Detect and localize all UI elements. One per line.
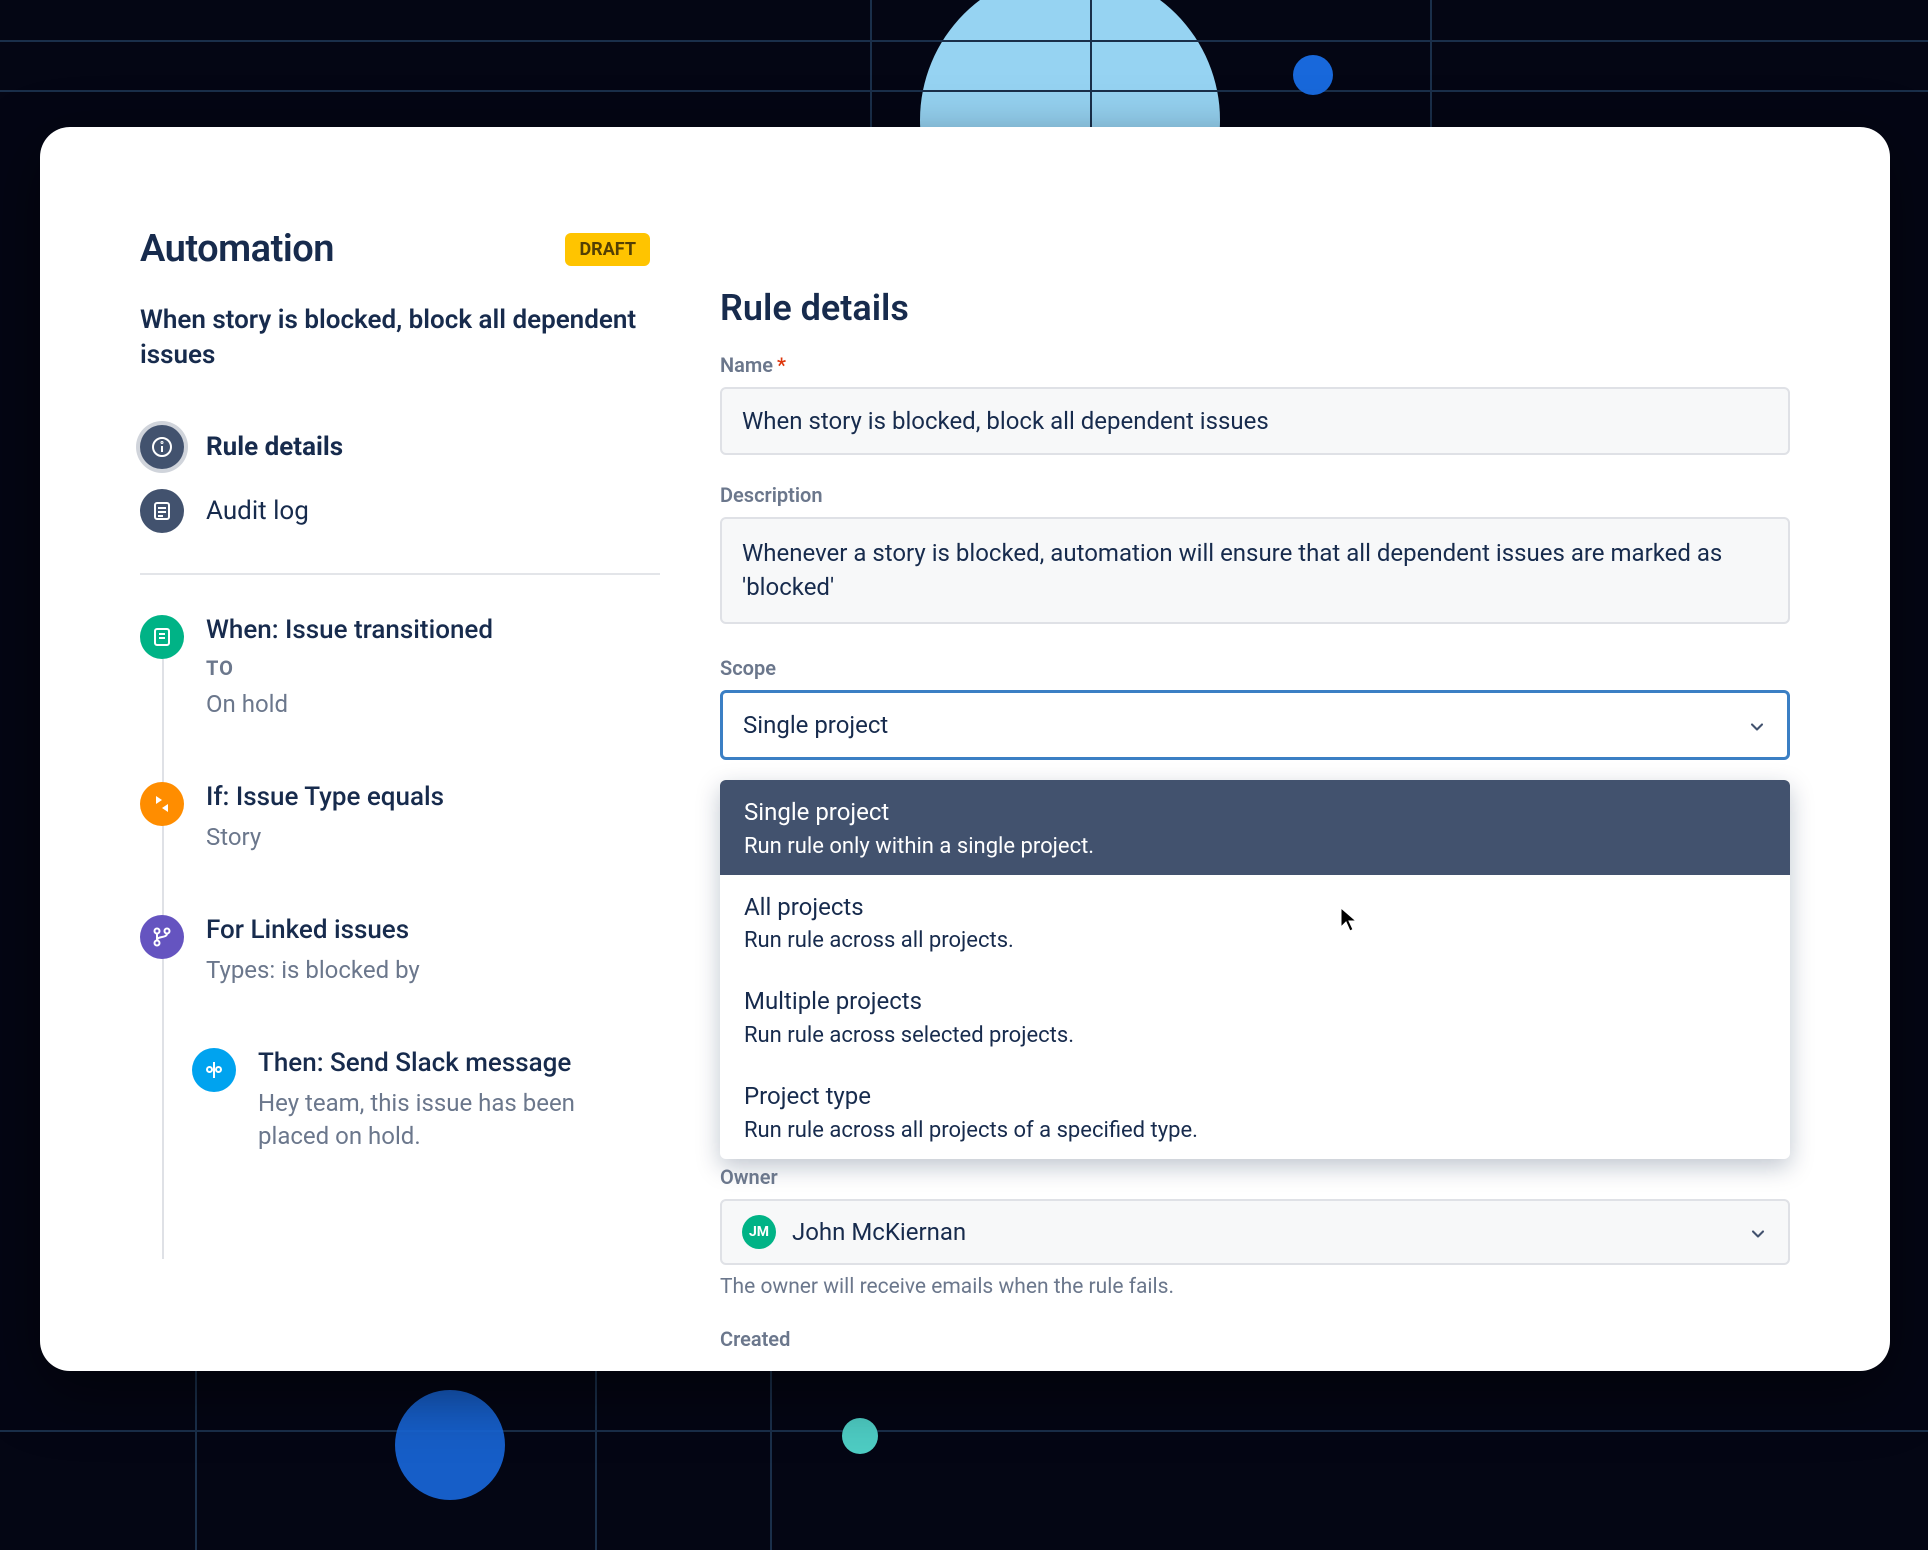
- decor-line: [0, 1430, 1928, 1432]
- field-owner: Owner JM John McKiernan The owner will r…: [720, 1165, 1790, 1299]
- option-desc: Run rule only within a single project.: [744, 834, 1766, 859]
- scope-option-all-projects[interactable]: All projects Run rule across all project…: [720, 875, 1790, 970]
- right-column: Rule details Name* Description Scope Sin…: [720, 227, 1790, 1371]
- branch-icon: [140, 915, 184, 959]
- decor-line: [0, 90, 1928, 92]
- name-input[interactable]: [720, 387, 1790, 455]
- option-desc: Run rule across all projects.: [744, 928, 1766, 953]
- chevron-down-icon: [1748, 1222, 1768, 1242]
- step-title: If: Issue Type equals: [206, 782, 660, 813]
- scope-option-multiple-projects[interactable]: Multiple projects Run rule across select…: [720, 969, 1790, 1064]
- option-desc: Run rule across selected projects.: [744, 1023, 1766, 1048]
- step-sub: Hey team, this issue has been placed on …: [258, 1087, 618, 1154]
- decor-circle-bottom: [395, 1390, 505, 1500]
- step-sub: On hold: [206, 688, 660, 722]
- field-description: Description: [720, 483, 1790, 628]
- option-desc: Run rule across all projects of a specif…: [744, 1118, 1766, 1143]
- decor-line: [195, 1350, 197, 1550]
- chevron-down-icon: [1747, 715, 1767, 735]
- nav-rule-details[interactable]: Rule details: [140, 415, 660, 479]
- decor-line: [770, 1350, 772, 1550]
- created-label: Created: [720, 1327, 1790, 1351]
- scope-label: Scope: [720, 656, 1790, 680]
- owner-label: Owner: [720, 1165, 1790, 1189]
- required-indicator: *: [777, 353, 786, 377]
- option-title: Project type: [744, 1080, 1766, 1114]
- left-column: Automation DRAFT When story is blocked, …: [140, 227, 660, 1371]
- field-created: Created: [720, 1327, 1790, 1351]
- action-icon: [192, 1048, 236, 1092]
- step-title: When: Issue transitioned: [206, 615, 660, 646]
- step-trigger[interactable]: When: Issue transitioned TO On hold: [140, 615, 660, 722]
- option-title: Single project: [744, 796, 1766, 830]
- scope-select[interactable]: Single project: [720, 690, 1790, 760]
- description-label: Description: [720, 483, 1790, 507]
- owner-help-text: The owner will receive emails when the r…: [720, 1275, 1790, 1299]
- page-title: Automation: [140, 227, 334, 271]
- field-scope: Scope Single project Single project Run …: [720, 656, 1790, 1158]
- decor-line: [0, 40, 1928, 42]
- label-text: Name: [720, 353, 773, 377]
- step-title: For Linked issues: [206, 915, 660, 946]
- section-title: Rule details: [720, 287, 1790, 329]
- nav-label: Audit log: [206, 496, 309, 526]
- option-title: Multiple projects: [744, 985, 1766, 1019]
- nav-audit-log[interactable]: Audit log: [140, 479, 660, 543]
- list-icon: [140, 489, 184, 533]
- decor-line: [595, 1350, 597, 1550]
- step-sub: Types: is blocked by: [206, 954, 660, 988]
- name-label: Name*: [720, 353, 1790, 377]
- description-input[interactable]: [720, 517, 1790, 624]
- owner-select[interactable]: JM John McKiernan: [720, 1199, 1790, 1265]
- owner-name: John McKiernan: [792, 1218, 966, 1246]
- step-title: Then: Send Slack message: [258, 1048, 660, 1079]
- nav-label: Rule details: [206, 432, 343, 462]
- main-card: Automation DRAFT When story is blocked, …: [40, 127, 1890, 1371]
- decor-dot-bottom: [842, 1418, 878, 1454]
- step-branch[interactable]: For Linked issues Types: is blocked by: [140, 915, 660, 988]
- step-condition[interactable]: If: Issue Type equals Story: [140, 782, 660, 855]
- field-name: Name*: [720, 353, 1790, 455]
- step-sub: Story: [206, 821, 660, 855]
- rule-name-heading: When story is blocked, block all depende…: [140, 303, 660, 373]
- option-title: All projects: [744, 891, 1766, 925]
- scope-option-project-type[interactable]: Project type Run rule across all project…: [720, 1064, 1790, 1159]
- step-action[interactable]: Then: Send Slack message Hey team, this …: [192, 1048, 660, 1154]
- info-icon: [140, 425, 184, 469]
- avatar: JM: [742, 1215, 776, 1249]
- scope-dropdown: Single project Run rule only within a si…: [720, 780, 1790, 1158]
- condition-icon: [140, 782, 184, 826]
- trigger-icon: [140, 615, 184, 659]
- step-meta: TO: [206, 656, 660, 680]
- scope-option-single-project[interactable]: Single project Run rule only within a si…: [720, 780, 1790, 875]
- divider: [140, 573, 660, 575]
- cursor-icon: [1340, 907, 1358, 933]
- left-header: Automation DRAFT: [140, 227, 660, 271]
- scope-value: Single project: [743, 711, 888, 739]
- rule-steps: When: Issue transitioned TO On hold If: …: [140, 615, 660, 1154]
- step-connector: [162, 959, 164, 1259]
- decor-dot-top: [1293, 55, 1333, 95]
- draft-badge: DRAFT: [565, 233, 650, 266]
